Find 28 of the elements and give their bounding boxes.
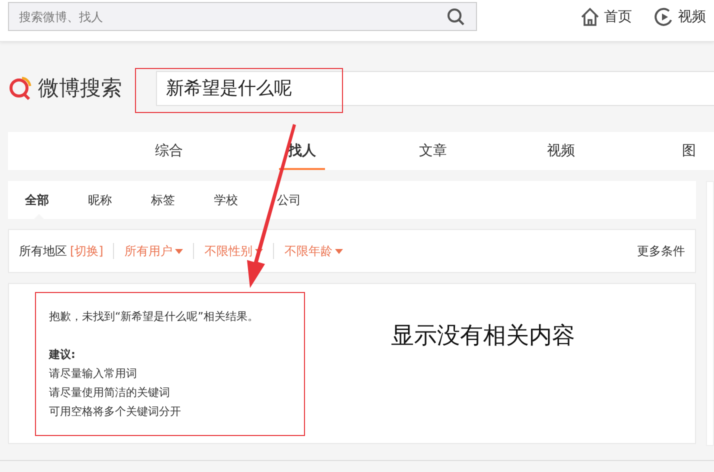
suggestion-text: 可用空格将多个关键词分开 bbox=[49, 404, 182, 420]
annotation-text: 显示没有相关内容 bbox=[391, 322, 575, 351]
caret-icon bbox=[335, 248, 344, 254]
search-field[interactable]: 搜索微博、找人 bbox=[8, 2, 477, 31]
search-icon[interactable] bbox=[447, 8, 465, 26]
sub-tab[interactable]: 学校 bbox=[214, 181, 277, 219]
suggestion-text: 请尽量使用简洁的关键词 bbox=[49, 385, 171, 401]
caret-icon bbox=[175, 248, 184, 254]
home-icon bbox=[580, 6, 600, 26]
sub-tab[interactable]: 昵称 bbox=[88, 181, 151, 219]
suggestion-title: 建议: bbox=[49, 347, 76, 363]
region-label: 所有地区 bbox=[19, 242, 67, 260]
suggestion-text: 请尽量输入常用词 bbox=[49, 366, 138, 382]
tab[interactable]: 综合 bbox=[147, 132, 191, 170]
sub-tab[interactable]: 标签 bbox=[151, 181, 214, 219]
query-field[interactable]: 新希望是什么呢 bbox=[156, 70, 714, 106]
nav-link[interactable]: 首页 bbox=[580, 6, 632, 26]
more-filters-link[interactable]: 更多条件 bbox=[637, 242, 685, 260]
sub-tab[interactable]: 公司 bbox=[277, 181, 340, 219]
tab[interactable]: 文章 bbox=[369, 132, 497, 170]
sub-tab[interactable]: 全部 bbox=[25, 181, 88, 219]
play-icon bbox=[654, 6, 674, 26]
tab[interactable]: 视频 bbox=[497, 132, 625, 170]
search-logo-icon bbox=[8, 75, 34, 101]
logo-text: 微博搜索 bbox=[38, 75, 122, 102]
tab[interactable]: 图 bbox=[625, 132, 714, 170]
nav-link[interactable]: 视频 bbox=[654, 6, 706, 26]
no-result-message: 抱歉，未找到“新希望是什么呢”相关结果。 bbox=[49, 309, 260, 325]
